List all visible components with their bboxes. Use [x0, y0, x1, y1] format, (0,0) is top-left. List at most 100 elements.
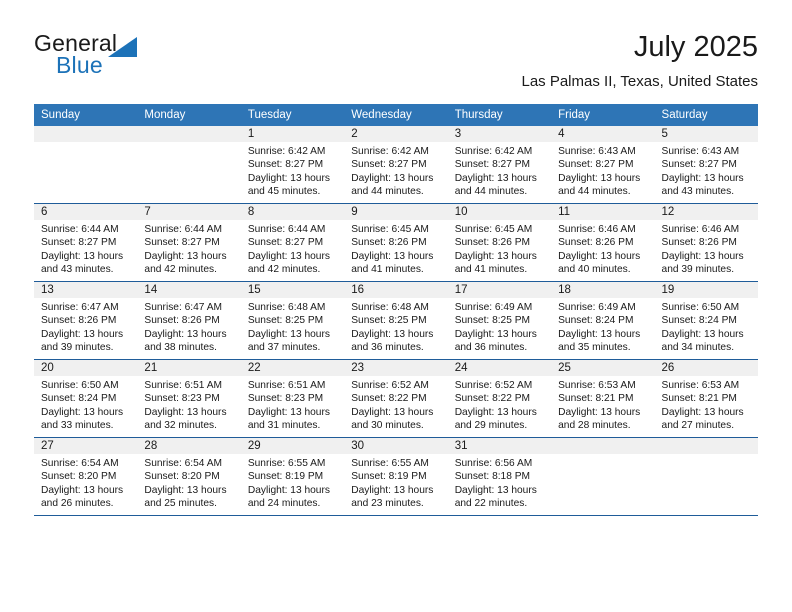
sunrise-text: Sunrise: 6:50 AM	[661, 302, 740, 313]
day-number: 3	[447, 126, 552, 142]
day-number	[551, 438, 655, 454]
day-cell[interactable]: 8 Sunrise: 6:44 AM Sunset: 8:27 PM Dayli…	[240, 203, 345, 282]
day-cell[interactable]: 13 Sunrise: 6:47 AM Sunset: 8:26 PM Dayl…	[34, 281, 138, 360]
sunrise-text: Sunrise: 6:47 AM	[41, 302, 119, 313]
daylight-text-line2: and 45 minutes.	[247, 186, 321, 198]
daylight-text-line2: and 27 minutes.	[661, 420, 735, 432]
day-cell[interactable]: 17 Sunrise: 6:49 AM Sunset: 8:25 PM Dayl…	[447, 281, 552, 360]
day-number: 28	[137, 438, 241, 454]
day-cell[interactable]: 12 Sunrise: 6:46 AM Sunset: 8:26 PM Dayl…	[654, 203, 758, 282]
sunrise-text: Sunrise: 6:45 AM	[351, 224, 429, 235]
sunrise-text: Sunrise: 6:44 AM	[144, 224, 223, 235]
day-number	[137, 126, 241, 142]
day-cell[interactable]: 15 Sunrise: 6:48 AM Sunset: 8:25 PM Dayl…	[240, 281, 345, 360]
sunrise-text: Sunrise: 6:49 AM	[558, 302, 636, 313]
day-cell[interactable]: 19 Sunrise: 6:50 AM Sunset: 8:24 PM Dayl…	[654, 281, 758, 360]
sunrise-text: Sunrise: 6:42 AM	[247, 146, 326, 157]
day-cell[interactable]: 30 Sunrise: 6:55 AM Sunset: 8:19 PM Dayl…	[344, 437, 448, 516]
day-details: Sunrise: 6:44 AM Sunset: 8:27 PM Dayligh…	[241, 220, 344, 277]
day-number: 4	[551, 126, 655, 142]
day-cell[interactable]: 28 Sunrise: 6:54 AM Sunset: 8:20 PM Dayl…	[137, 437, 241, 516]
sunset-text: Sunset: 8:25 PM	[351, 315, 427, 327]
daylight-text-line1: Daylight: 13 hours	[661, 406, 744, 418]
day-cell[interactable]: 5 Sunrise: 6:43 AM Sunset: 8:27 PM Dayli…	[654, 126, 758, 204]
day-cell[interactable]: 11 Sunrise: 6:46 AM Sunset: 8:26 PM Dayl…	[551, 203, 655, 282]
day-cell[interactable]: 22 Sunrise: 6:51 AM Sunset: 8:23 PM Dayl…	[240, 359, 345, 438]
calendar-grid: Sunday Monday Tuesday Wednesday Thursday…	[34, 104, 758, 516]
daylight-text-line2: and 34 minutes.	[661, 342, 735, 354]
daylight-text-line1: Daylight: 13 hours	[558, 328, 641, 340]
day-cell[interactable]: 18 Sunrise: 6:49 AM Sunset: 8:24 PM Dayl…	[551, 281, 655, 360]
day-details: Sunrise: 6:43 AM Sunset: 8:27 PM Dayligh…	[551, 142, 654, 199]
daylight-text-line1: Daylight: 13 hours	[41, 484, 124, 496]
daylight-text-line2: and 24 minutes.	[247, 498, 321, 510]
day-cell[interactable]: 4 Sunrise: 6:43 AM Sunset: 8:27 PM Dayli…	[551, 126, 655, 204]
day-details: Sunrise: 6:42 AM Sunset: 8:27 PM Dayligh…	[448, 142, 551, 199]
day-cell[interactable]: 25 Sunrise: 6:53 AM Sunset: 8:21 PM Dayl…	[551, 359, 655, 438]
day-number: 12	[654, 204, 758, 220]
day-details: Sunrise: 6:55 AM Sunset: 8:19 PM Dayligh…	[344, 454, 447, 511]
day-cell[interactable]: 31 Sunrise: 6:56 AM Sunset: 8:18 PM Dayl…	[447, 437, 552, 516]
daylight-text-line2: and 36 minutes.	[351, 342, 424, 354]
day-number: 8	[240, 204, 345, 220]
daylight-text-line2: and 41 minutes.	[454, 264, 528, 276]
daylight-text-line2: and 36 minutes.	[454, 342, 528, 354]
day-number: 14	[137, 282, 241, 298]
sunset-text: Sunset: 8:18 PM	[454, 471, 531, 483]
day-details: Sunrise: 6:50 AM Sunset: 8:24 PM Dayligh…	[34, 376, 137, 433]
day-cell[interactable]: 20 Sunrise: 6:50 AM Sunset: 8:24 PM Dayl…	[34, 359, 138, 438]
day-cell[interactable]: 3 Sunrise: 6:42 AM Sunset: 8:27 PM Dayli…	[447, 126, 552, 204]
sunrise-text: Sunrise: 6:52 AM	[351, 380, 429, 391]
day-cell[interactable]: 7 Sunrise: 6:44 AM Sunset: 8:27 PM Dayli…	[137, 203, 241, 282]
day-number: 1	[240, 126, 345, 142]
day-cell[interactable]: 1 Sunrise: 6:42 AM Sunset: 8:27 PM Dayli…	[240, 126, 345, 204]
day-cell[interactable]: 10 Sunrise: 6:45 AM Sunset: 8:26 PM Dayl…	[447, 203, 552, 282]
location-subtitle: Las Palmas II, Texas, United States	[521, 73, 758, 90]
day-cell[interactable]: 23 Sunrise: 6:52 AM Sunset: 8:22 PM Dayl…	[344, 359, 448, 438]
day-cell[interactable]: 24 Sunrise: 6:52 AM Sunset: 8:22 PM Dayl…	[447, 359, 552, 438]
daylight-text-line1: Daylight: 13 hours	[144, 406, 227, 418]
daylight-text-line2: and 40 minutes.	[558, 264, 631, 276]
day-cell[interactable]: 27 Sunrise: 6:54 AM Sunset: 8:20 PM Dayl…	[34, 437, 138, 516]
day-cell	[137, 126, 241, 204]
sunrise-text: Sunrise: 6:53 AM	[661, 380, 740, 391]
sunset-text: Sunset: 8:26 PM	[558, 237, 634, 249]
sunset-text: Sunset: 8:23 PM	[247, 393, 324, 405]
general-blue-logo[interactable]: General Blue	[34, 30, 214, 88]
sunset-text: Sunset: 8:23 PM	[144, 393, 220, 405]
calendar-body: 1 Sunrise: 6:42 AM Sunset: 8:27 PM Dayli…	[34, 126, 758, 516]
day-cell[interactable]: 21 Sunrise: 6:51 AM Sunset: 8:23 PM Dayl…	[137, 359, 241, 438]
day-details: Sunrise: 6:45 AM Sunset: 8:26 PM Dayligh…	[448, 220, 551, 277]
sunrise-text: Sunrise: 6:52 AM	[454, 380, 533, 391]
day-number: 21	[137, 360, 241, 376]
sunrise-text: Sunrise: 6:49 AM	[454, 302, 533, 313]
day-number: 24	[447, 360, 552, 376]
day-details: Sunrise: 6:51 AM Sunset: 8:23 PM Dayligh…	[241, 376, 344, 433]
day-number: 25	[551, 360, 655, 376]
daylight-text-line2: and 43 minutes.	[41, 264, 114, 276]
day-cell[interactable]: 6 Sunrise: 6:44 AM Sunset: 8:27 PM Dayli…	[34, 203, 138, 282]
sunrise-text: Sunrise: 6:51 AM	[247, 380, 326, 391]
daylight-text-line1: Daylight: 13 hours	[351, 250, 434, 262]
day-details: Sunrise: 6:42 AM Sunset: 8:27 PM Dayligh…	[344, 142, 447, 199]
daylight-text-line2: and 44 minutes.	[351, 186, 424, 198]
day-cell[interactable]: 14 Sunrise: 6:47 AM Sunset: 8:26 PM Dayl…	[137, 281, 241, 360]
day-cell[interactable]: 26 Sunrise: 6:53 AM Sunset: 8:21 PM Dayl…	[654, 359, 758, 438]
day-number: 27	[34, 438, 138, 454]
day-details: Sunrise: 6:48 AM Sunset: 8:25 PM Dayligh…	[241, 298, 344, 355]
page-title: July 2025	[633, 31, 758, 63]
day-details: Sunrise: 6:50 AM Sunset: 8:24 PM Dayligh…	[655, 298, 758, 355]
daylight-text-line1: Daylight: 13 hours	[351, 484, 434, 496]
calendar-page: General Blue July 2025 Las Palmas II, Te…	[0, 0, 792, 612]
day-cell[interactable]: 16 Sunrise: 6:48 AM Sunset: 8:25 PM Dayl…	[344, 281, 448, 360]
sunrise-text: Sunrise: 6:44 AM	[247, 224, 326, 235]
sunrise-text: Sunrise: 6:48 AM	[247, 302, 326, 313]
daylight-text-line1: Daylight: 13 hours	[41, 406, 124, 418]
day-cell[interactable]: 29 Sunrise: 6:55 AM Sunset: 8:19 PM Dayl…	[240, 437, 345, 516]
day-cell[interactable]: 2 Sunrise: 6:42 AM Sunset: 8:27 PM Dayli…	[344, 126, 448, 204]
day-number: 23	[344, 360, 448, 376]
day-number: 31	[447, 438, 552, 454]
day-cell	[654, 437, 758, 516]
day-cell[interactable]: 9 Sunrise: 6:45 AM Sunset: 8:26 PM Dayli…	[344, 203, 448, 282]
day-details: Sunrise: 6:47 AM Sunset: 8:26 PM Dayligh…	[137, 298, 240, 355]
